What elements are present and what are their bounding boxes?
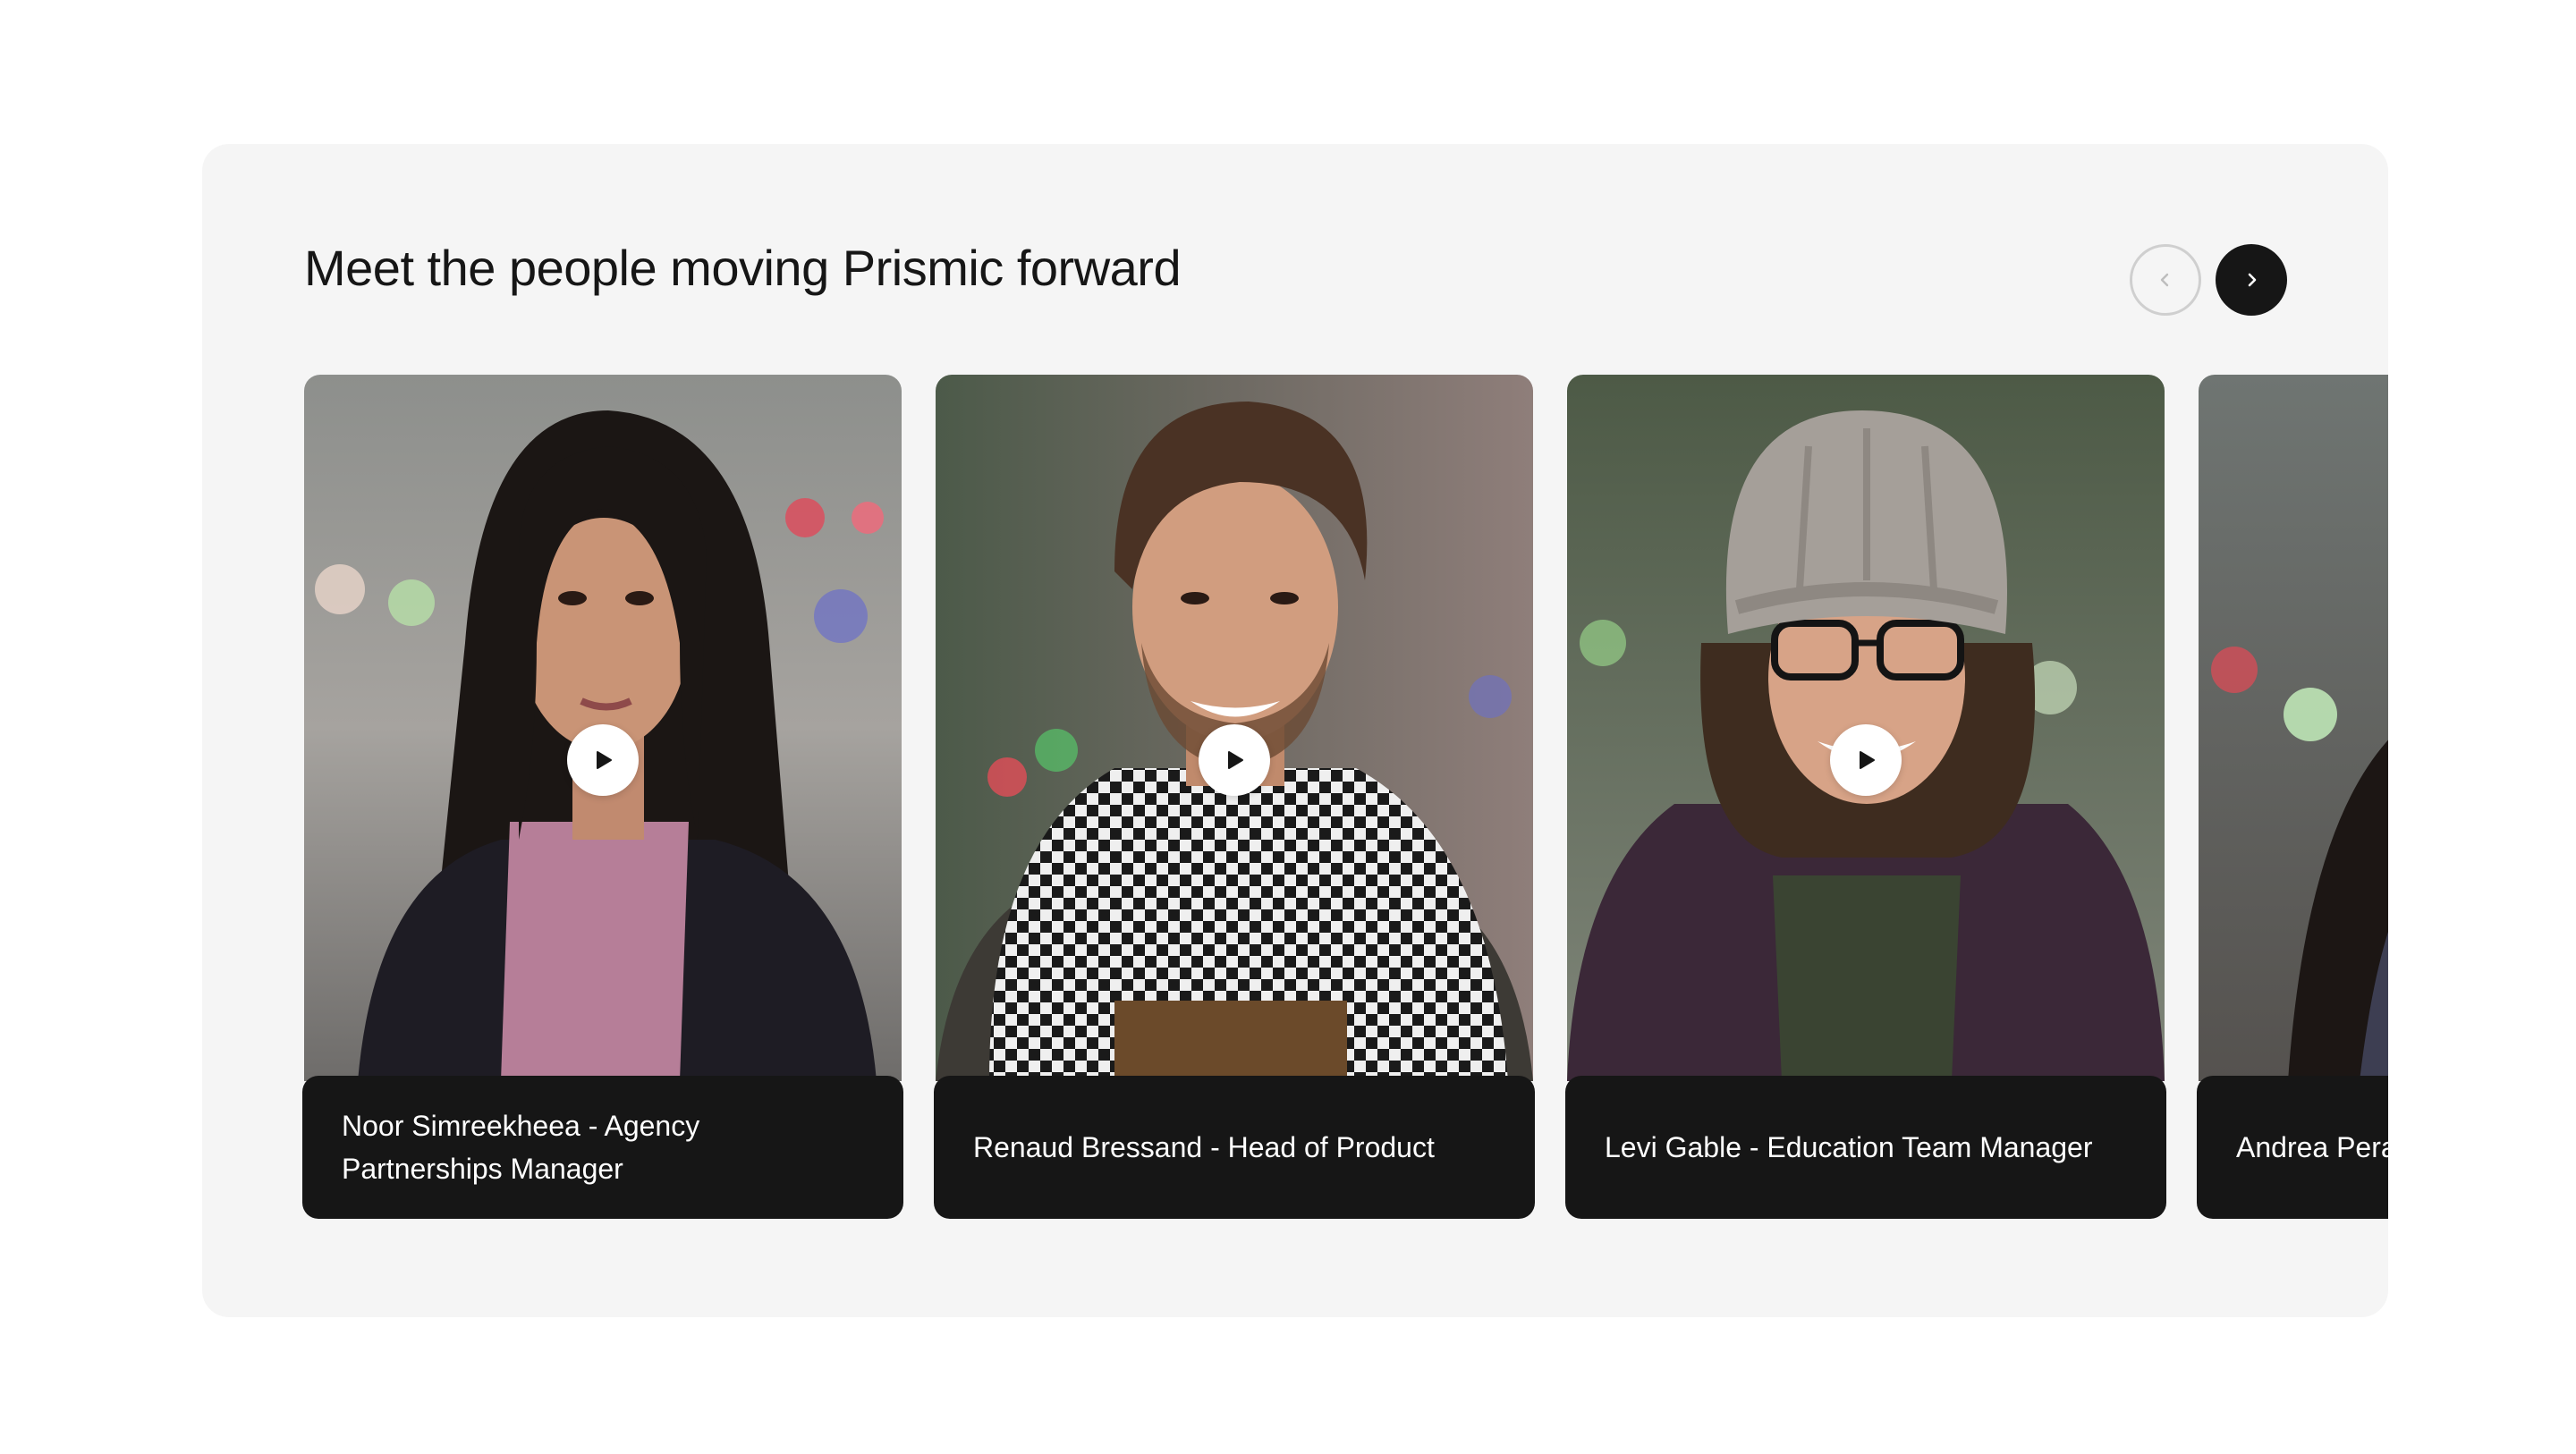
team-member-card[interactable]: Levi Gable - Education Team Manager xyxy=(1565,375,2166,1219)
play-video-button[interactable] xyxy=(1830,724,1902,796)
play-video-button[interactable] xyxy=(567,724,639,796)
team-video-carousel-section: Meet the people moving Prismic forward N… xyxy=(202,144,2388,1317)
portrait-photo xyxy=(936,375,1533,1081)
card-caption-text: Renaud Bressand - Head of Product xyxy=(973,1131,1435,1163)
play-icon xyxy=(1860,751,1875,769)
carousel-next-button[interactable] xyxy=(2216,244,2287,316)
card-caption-text: Noor Simreekheea - Agency Partnerships M… xyxy=(342,1110,700,1185)
chevron-right-icon xyxy=(2248,273,2257,287)
portrait-photo xyxy=(2199,375,2388,1081)
card-caption: Andrea Pera xyxy=(2197,1076,2388,1219)
play-icon xyxy=(597,751,612,769)
card-caption: Renaud Bressand - Head of Product xyxy=(934,1076,1535,1219)
portrait-photo xyxy=(1567,375,2165,1081)
team-member-card[interactable]: Noor Simreekheea - Agency Partnerships M… xyxy=(302,375,903,1219)
chevron-left-icon xyxy=(2160,273,2169,287)
carousel-prev-button[interactable] xyxy=(2130,244,2201,316)
card-caption: Levi Gable - Education Team Manager xyxy=(1565,1076,2166,1219)
team-member-card[interactable]: Renaud Bressand - Head of Product xyxy=(934,375,1535,1219)
carousel-track: Noor Simreekheea - Agency Partnerships M… xyxy=(302,375,2388,1219)
team-member-card[interactable]: Andrea Pera xyxy=(2197,375,2388,1219)
section-title: Meet the people moving Prismic forward xyxy=(304,240,1182,296)
card-caption-text: Andrea Pera xyxy=(2236,1131,2388,1163)
play-icon xyxy=(1228,751,1243,769)
card-caption-text: Levi Gable - Education Team Manager xyxy=(1605,1131,2093,1163)
portrait-photo xyxy=(304,375,902,1081)
card-caption: Noor Simreekheea - Agency Partnerships M… xyxy=(302,1076,903,1219)
play-video-button[interactable] xyxy=(1199,724,1270,796)
